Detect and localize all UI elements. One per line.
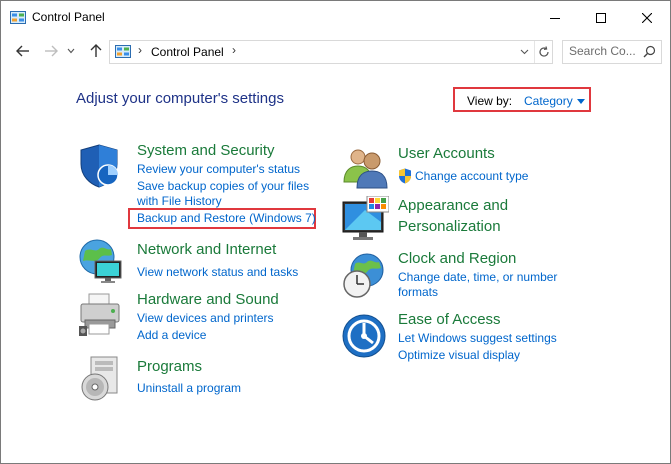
chevron-down-icon: [520, 49, 528, 55]
refresh-icon: [539, 46, 549, 57]
suggest-settings-link[interactable]: Let Windows suggest settings: [398, 331, 557, 345]
appearance-title[interactable]: Appearance and: [398, 197, 508, 214]
maximize-icon: [596, 13, 606, 23]
search-box[interactable]: [562, 40, 662, 64]
add-device-link[interactable]: Add a device: [137, 328, 206, 342]
page-heading: Adjust your computer's settings: [76, 90, 284, 107]
dropdown-caret-icon[interactable]: [577, 99, 585, 104]
optimize-visual-display-link[interactable]: Optimize visual display: [398, 348, 520, 362]
control-panel-window: Control Panel › Control Panel › Search C…: [0, 0, 671, 464]
printer-icon[interactable]: [77, 290, 125, 338]
user-accounts-title[interactable]: User Accounts: [398, 145, 495, 162]
recent-locations-button[interactable]: [65, 41, 77, 61]
network-and-internet-title[interactable]: Network and Internet: [137, 241, 276, 258]
control-panel-icon: [10, 11, 26, 24]
search-input[interactable]: [565, 43, 643, 59]
system-and-security-title[interactable]: System and Security: [137, 142, 275, 159]
close-button[interactable]: [624, 1, 670, 35]
personalization-title[interactable]: Personalization: [398, 218, 501, 235]
file-history-link-line2[interactable]: with File History: [137, 194, 222, 208]
maximize-button[interactable]: [578, 1, 624, 35]
search-icon[interactable]: [643, 45, 656, 58]
ease-of-access-title[interactable]: Ease of Access: [398, 311, 501, 328]
minimize-button[interactable]: [532, 1, 578, 35]
network-globe-icon[interactable]: [77, 237, 125, 285]
monitor-palette-icon[interactable]: [341, 196, 389, 244]
minimize-icon: [550, 18, 560, 19]
control-panel-icon: [115, 45, 131, 58]
change-date-time-link-line2[interactable]: formats: [398, 285, 438, 299]
shield-icon[interactable]: [77, 142, 125, 190]
window-title: Control Panel: [32, 10, 105, 24]
breadcrumb-separator[interactable]: ›: [138, 43, 142, 57]
review-status-link[interactable]: Review your computer's status: [137, 162, 300, 176]
address-dropdown-button[interactable]: [516, 41, 532, 63]
view-network-status-link[interactable]: View network status and tasks: [137, 265, 298, 279]
clock-and-region-title[interactable]: Clock and Region: [398, 250, 516, 267]
programs-disc-icon[interactable]: [77, 355, 125, 403]
back-button[interactable]: [13, 41, 33, 61]
view-by-dropdown[interactable]: Category: [524, 94, 573, 108]
uninstall-program-link[interactable]: Uninstall a program: [137, 381, 241, 395]
arrow-up-icon: [90, 44, 102, 57]
up-button[interactable]: [86, 41, 106, 61]
clock-globe-icon[interactable]: [341, 252, 389, 300]
breadcrumb-control-panel[interactable]: Control Panel: [151, 45, 224, 59]
chevron-down-icon: [67, 48, 75, 54]
programs-title[interactable]: Programs: [137, 358, 202, 375]
arrow-left-icon: [16, 45, 29, 57]
view-devices-link[interactable]: View devices and printers: [137, 311, 274, 325]
view-by-selector[interactable]: View by: Category: [453, 87, 591, 112]
address-bar[interactable]: › Control Panel ›: [109, 40, 553, 64]
change-account-type-link[interactable]: Change account type: [415, 169, 528, 183]
file-history-link[interactable]: Save backup copies of your files: [137, 179, 309, 193]
ease-of-access-icon[interactable]: [341, 313, 389, 361]
arrow-right-icon: [45, 45, 58, 57]
breadcrumb-separator[interactable]: ›: [232, 43, 236, 57]
refresh-button[interactable]: [534, 41, 553, 63]
uac-shield-icon: [399, 168, 411, 184]
hardware-and-sound-title[interactable]: Hardware and Sound: [137, 291, 279, 308]
change-date-time-link[interactable]: Change date, time, or number: [398, 270, 557, 284]
users-icon[interactable]: [341, 144, 389, 192]
forward-button[interactable]: [41, 41, 61, 61]
navigation-bar: › Control Panel ›: [1, 35, 670, 67]
backup-and-restore-link[interactable]: Backup and Restore (Windows 7): [137, 211, 316, 225]
title-bar: Control Panel: [1, 1, 670, 35]
view-by-label: View by:: [467, 94, 513, 108]
close-icon: [642, 13, 652, 23]
